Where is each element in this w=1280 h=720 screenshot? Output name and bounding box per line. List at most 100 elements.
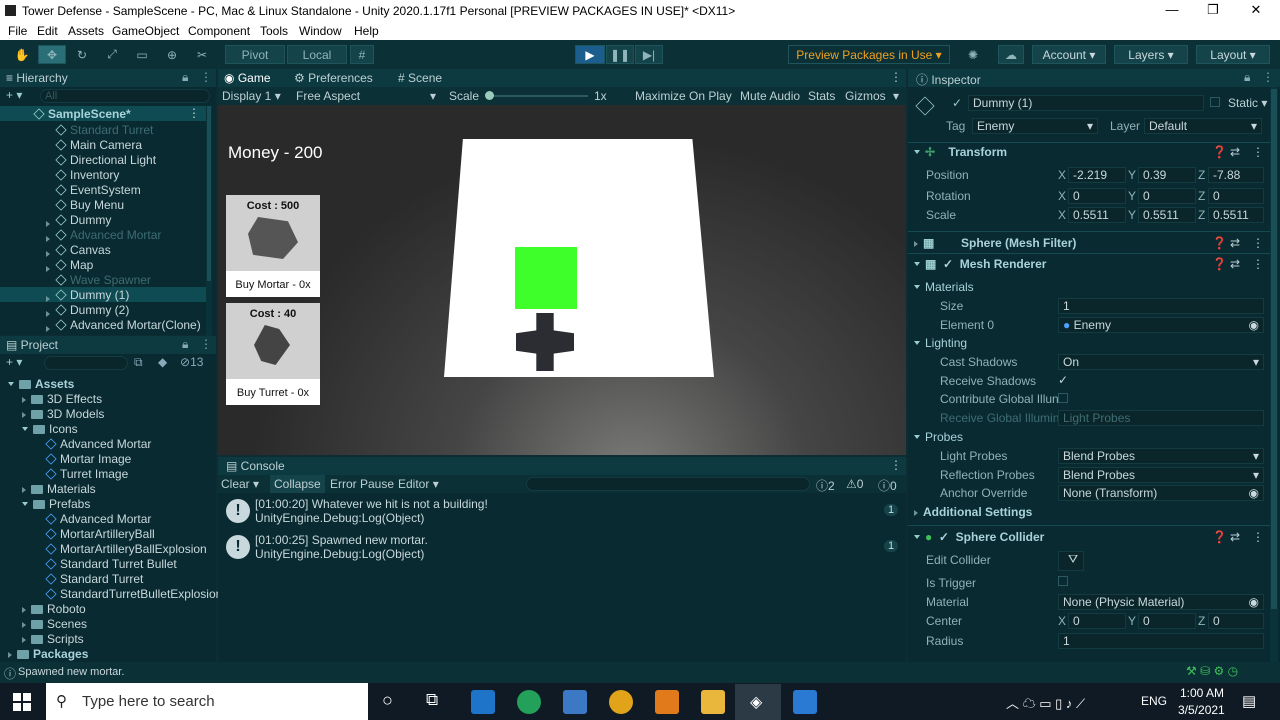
menu-tools[interactable]: Tools bbox=[260, 24, 288, 38]
collapse-arrow-icon[interactable] bbox=[8, 382, 14, 386]
center-y-input[interactable]: 0 bbox=[1138, 613, 1196, 629]
collapse-toggle[interactable]: Collapse bbox=[270, 475, 325, 493]
position-x-input[interactable]: -2.219 bbox=[1068, 167, 1126, 183]
help-icon[interactable]: ❓ bbox=[1212, 236, 1227, 250]
console-entry[interactable]: ! [01:00:20] Whatever we hit is not a bu… bbox=[218, 495, 906, 531]
rotate-tool-icon[interactable]: ↻ bbox=[68, 45, 96, 64]
additional-settings-foldout[interactable]: Additional Settings bbox=[914, 505, 1032, 519]
inspector-tab[interactable]: ⓘ Inspector bbox=[916, 71, 981, 88]
preset-icon[interactable]: ⇄ bbox=[1230, 145, 1240, 159]
scene-row[interactable]: SampleScene* ⋮ bbox=[0, 106, 206, 121]
tab-preferences[interactable]: ⚙ Preferences bbox=[294, 71, 373, 85]
project-item[interactable]: Advanced Mortar bbox=[36, 512, 151, 526]
tab-scene[interactable]: # Scene bbox=[398, 71, 442, 85]
mail-icon[interactable] bbox=[471, 690, 495, 714]
lock-icon[interactable]: 🔒︎ bbox=[1244, 70, 1250, 85]
receive-shadows-checkbox[interactable]: ✓ bbox=[1058, 373, 1068, 387]
pause-button[interactable]: ❚❚ bbox=[606, 45, 634, 64]
chrome-icon[interactable] bbox=[609, 690, 633, 714]
file-explorer-icon[interactable] bbox=[701, 690, 725, 714]
physic-material-field[interactable]: None (Physic Material) ◉ bbox=[1058, 594, 1264, 610]
help-icon[interactable]: ❓ bbox=[1212, 145, 1227, 159]
project-item[interactable]: Icons bbox=[22, 422, 78, 436]
hierarchy-search-input[interactable]: All bbox=[40, 89, 210, 103]
probes-foldout[interactable]: Probes bbox=[914, 430, 963, 444]
pivot-toggle[interactable]: Pivot bbox=[225, 45, 285, 64]
layer-dropdown[interactable]: Default ▾ bbox=[1144, 118, 1262, 134]
project-item[interactable]: Roboto bbox=[22, 602, 86, 616]
editor-dropdown[interactable]: Editor ▾ bbox=[398, 477, 439, 491]
panel-menu-icon[interactable]: ⋮ bbox=[890, 70, 902, 84]
element0-field[interactable]: ● Enemy ◉ bbox=[1058, 317, 1264, 333]
project-item[interactable]: StandardTurretBulletExplosion bbox=[36, 587, 222, 601]
project-item[interactable]: Assets bbox=[8, 377, 74, 391]
help-icon[interactable]: ❓ bbox=[1212, 530, 1227, 544]
scene-menu-icon[interactable]: ⋮ bbox=[188, 106, 200, 120]
expand-arrow-icon[interactable] bbox=[22, 487, 26, 493]
edit-collider-button[interactable]: ⛛ bbox=[1058, 551, 1084, 571]
project-item[interactable]: Scripts bbox=[22, 632, 84, 646]
clock-date[interactable]: 3/5/2021 bbox=[1178, 703, 1225, 717]
scale-y-input[interactable]: 0.5511 bbox=[1138, 207, 1196, 223]
tab-game[interactable]: ◉ Game bbox=[224, 71, 271, 85]
menu-gameobject[interactable]: GameObject bbox=[112, 24, 179, 38]
hierarchy-item[interactable]: Standard Turret bbox=[0, 122, 206, 137]
hierarchy-item[interactable]: Advanced Mortar bbox=[0, 227, 206, 242]
menu-window[interactable]: Window bbox=[299, 24, 342, 38]
stats-toggle[interactable]: Stats bbox=[808, 89, 835, 103]
grid-snap-icon[interactable]: # bbox=[350, 45, 374, 64]
buy-turret-button[interactable]: Buy Turret - 0x bbox=[226, 387, 320, 399]
edge-icon[interactable] bbox=[517, 690, 541, 714]
windows-start-icon[interactable] bbox=[13, 693, 31, 711]
panel-menu-icon[interactable]: ⋮ bbox=[200, 70, 212, 84]
sphere-collider-header[interactable]: ● ✓ Sphere Collider bbox=[914, 530, 1044, 544]
unity-taskbar-button[interactable]: ◈ bbox=[735, 684, 781, 720]
console-entry[interactable]: ! [01:00:25] Spawned new mortar. UnityEn… bbox=[218, 531, 906, 567]
cortana-icon[interactable]: ○ bbox=[382, 690, 393, 711]
menu-assets[interactable]: Assets bbox=[68, 24, 104, 38]
step-button[interactable]: ▶| bbox=[635, 45, 663, 64]
hierarchy-item[interactable]: Advanced Mortar(Clone) bbox=[0, 317, 206, 332]
project-item[interactable]: Scenes bbox=[22, 617, 87, 631]
reflection-probes-dropdown[interactable]: Blend Probes ▾ bbox=[1058, 467, 1264, 483]
hierarchy-item[interactable]: Wave Spawner bbox=[0, 272, 206, 287]
minimize-button[interactable]: — bbox=[1152, 2, 1192, 17]
clear-button[interactable]: Clear ▾ bbox=[221, 477, 259, 491]
expand-arrow-icon[interactable] bbox=[22, 622, 26, 628]
vscode-icon[interactable] bbox=[793, 690, 817, 714]
center-x-input[interactable]: 0 bbox=[1068, 613, 1126, 629]
light-probes-dropdown[interactable]: Blend Probes ▾ bbox=[1058, 448, 1264, 464]
gizmos-toggle[interactable]: Gizmos bbox=[845, 89, 886, 103]
layout-dropdown[interactable]: Layout ▾ bbox=[1196, 45, 1270, 64]
component-menu-icon[interactable]: ⋮ bbox=[1252, 530, 1264, 544]
aspect-chevron-icon[interactable]: ▾ bbox=[430, 89, 436, 103]
project-item[interactable]: 3D Effects bbox=[22, 392, 102, 406]
game-viewport[interactable]: Money - 200 Cost : 500 Buy Mortar - 0x C… bbox=[218, 105, 906, 455]
store-icon[interactable] bbox=[563, 690, 587, 714]
gameobject-name-input[interactable]: Dummy (1) bbox=[968, 95, 1204, 111]
filter-type-icon[interactable]: ⧉ bbox=[134, 355, 143, 370]
project-item[interactable]: MortarArtilleryBallExplosion bbox=[36, 542, 207, 556]
mute-audio-toggle[interactable]: Mute Audio bbox=[740, 89, 800, 103]
aspect-dropdown[interactable]: Free Aspect bbox=[296, 89, 360, 103]
transform-tool-icon[interactable]: ⊕ bbox=[158, 45, 186, 64]
warn-filter-toggle[interactable]: ⚠0 bbox=[846, 477, 863, 491]
layers-dropdown[interactable]: Layers ▾ bbox=[1114, 45, 1188, 64]
project-item[interactable]: Materials bbox=[22, 482, 96, 496]
hierarchy-item[interactable]: Main Camera bbox=[0, 137, 206, 152]
local-toggle[interactable]: Local bbox=[287, 45, 347, 64]
inspector-scrollbar[interactable] bbox=[1270, 87, 1278, 662]
maximize-on-play-toggle[interactable]: Maximize On Play bbox=[635, 89, 732, 103]
help-icon[interactable]: ❓ bbox=[1212, 257, 1227, 271]
collapse-arrow-icon[interactable] bbox=[22, 427, 28, 431]
preset-icon[interactable]: ⇄ bbox=[1230, 236, 1240, 250]
menu-file[interactable]: File bbox=[8, 24, 27, 38]
hidden-count-icon[interactable]: ⊘13 bbox=[180, 355, 203, 369]
play-button[interactable]: ▶ bbox=[575, 45, 605, 64]
hierarchy-item[interactable]: Canvas bbox=[0, 242, 206, 257]
menu-edit[interactable]: Edit bbox=[37, 24, 58, 38]
rotation-x-input[interactable]: 0 bbox=[1068, 188, 1126, 204]
task-view-icon[interactable]: ⧉ bbox=[426, 690, 438, 710]
hand-tool-icon[interactable]: ✋ bbox=[8, 45, 36, 64]
taskbar-search-box[interactable]: ⚲ Type here to search bbox=[46, 683, 368, 720]
